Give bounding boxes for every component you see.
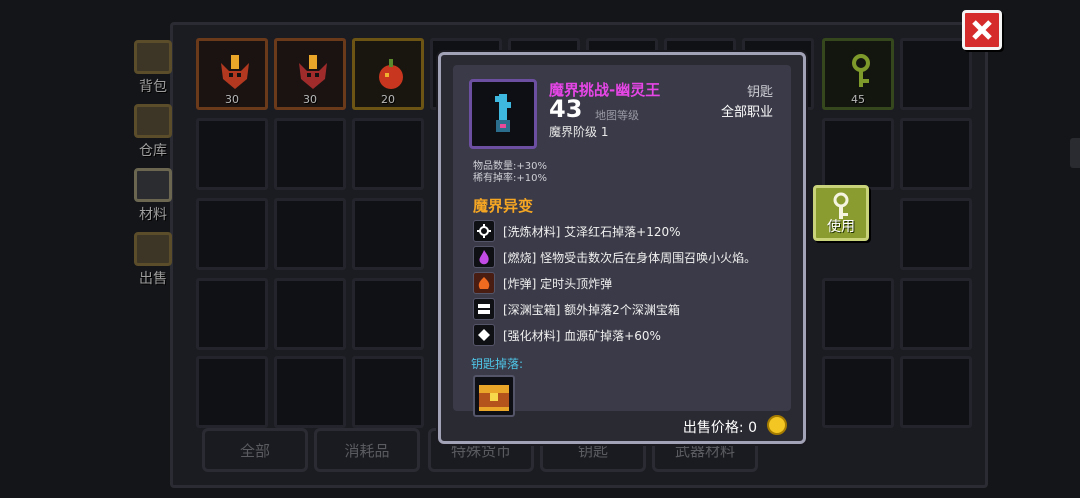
flame-icon [473,246,495,268]
inventory-slot[interactable] [196,356,268,428]
drops-label: 钥匙掉落: [471,357,524,371]
modifier-row: [炸弹] 定时头顶炸弹 [473,271,612,295]
slot-count: 20 [381,93,395,106]
stat-rare: 稀有掉率:+10% [473,173,547,184]
side-tab-label: 仓库 [139,143,167,159]
warehouse-icon [134,104,172,138]
tab-consumables[interactable]: 消耗品 [314,428,420,472]
inventory-slot[interactable] [900,118,972,190]
inventory-slot[interactable] [196,118,268,190]
chest-icon [473,298,495,320]
chest-icon [134,40,172,74]
inventory-slot[interactable] [196,198,268,270]
modifier-text: [深渊宝箱] 额外掉落2个深渊宝箱 [503,302,680,317]
tooltip-body: 魔界挑战-幽灵王 43 地图等级 魔界阶级 1 钥匙 全部职业 物品数量:+30… [453,65,791,417]
inventory-slot[interactable] [900,278,972,350]
map-level-label: 地图等级 [595,109,639,122]
inventory-slot[interactable] [822,356,894,428]
modifier-text: [燃烧] 怪物受击数次后在身体周围召唤小火焰。 [503,250,757,265]
modifier-row: [洗炼材料] 艾泽红石掉落+120% [473,219,681,243]
sell-price: 出售价格: 0 [682,420,757,436]
inventory-slot[interactable]: 45 [822,38,894,110]
inventory-slot[interactable] [352,198,424,270]
inventory-slot[interactable] [274,278,346,350]
slot-count: 30 [303,93,317,106]
modifier-text: [炸弹] 定时头顶炸弹 [503,276,613,291]
materials-icon [134,168,172,202]
tab-all[interactable]: 全部 [202,428,308,472]
demon-mask-icon [299,55,327,89]
inventory-slot[interactable] [352,278,424,350]
side-tab-sell[interactable]: 出售 [124,228,182,292]
treasure-chest-icon [479,385,509,411]
inventory-slot[interactable] [822,118,894,190]
inventory-slot[interactable] [822,278,894,350]
modifier-text: [洗炼材料] 艾泽红石掉落+120% [503,224,681,239]
item-type: 钥匙 [746,85,773,100]
item-tooltip: 魔界挑战-幽灵王 43 地图等级 魔界阶级 1 钥匙 全部职业 物品数量:+30… [438,52,806,444]
close-button[interactable] [962,10,1002,50]
side-tab-backpack[interactable]: 背包 [124,36,182,100]
side-tab-label: 材料 [139,207,167,223]
modifier-row: [深渊宝箱] 额外掉落2个深渊宝箱 [473,297,680,321]
item-icon-frame [469,79,537,149]
use-button[interactable]: 使用 [813,185,869,241]
drop-item-slot[interactable] [473,375,515,417]
inventory-slot[interactable]: 20 [352,38,424,110]
inventory-slot[interactable] [352,118,424,190]
bomb-icon [473,272,495,294]
key-icon [833,192,849,219]
demon-mask-icon [221,55,249,89]
inventory-slot[interactable] [900,356,972,428]
side-tab-label: 出售 [139,271,167,287]
section-title: 魔界异变 [473,197,534,215]
demon-tier: 魔界阶级 1 [549,125,609,139]
inventory-slot[interactable]: 30 [274,38,346,110]
inventory-slot[interactable] [900,198,972,270]
inventory-slot[interactable] [274,198,346,270]
key-icon [495,94,511,132]
key-icon [852,54,870,87]
inventory-slot[interactable] [274,356,346,428]
sell-icon [134,232,172,266]
class-requirement: 全部职业 [720,105,773,120]
modifier-row: [燃烧] 怪物受击数次后在身体周围召唤小火焰。 [473,245,756,269]
coin-icon [767,415,787,435]
modifier-row: [强化材料] 血源矿掉落+60% [473,323,661,347]
gear-icon [473,220,495,242]
inventory-slot[interactable] [900,38,972,110]
side-handle[interactable] [1070,138,1080,168]
slot-count: 30 [225,93,239,106]
side-tab-label: 背包 [139,79,167,95]
map-level-value: 43 [549,95,583,123]
modifier-text: [强化材料] 血源矿掉落+60% [503,328,661,343]
fruit-icon [379,59,403,89]
close-icon [972,20,992,40]
inventory-slot[interactable] [352,356,424,428]
inventory-slot[interactable] [196,278,268,350]
diamond-icon [473,324,495,346]
side-tab-materials[interactable]: 材料 [124,164,182,228]
inventory-slot[interactable]: 30 [196,38,268,110]
side-tab-storage[interactable]: 仓库 [124,100,182,164]
slot-count: 45 [851,93,865,106]
inventory-slot[interactable] [274,118,346,190]
